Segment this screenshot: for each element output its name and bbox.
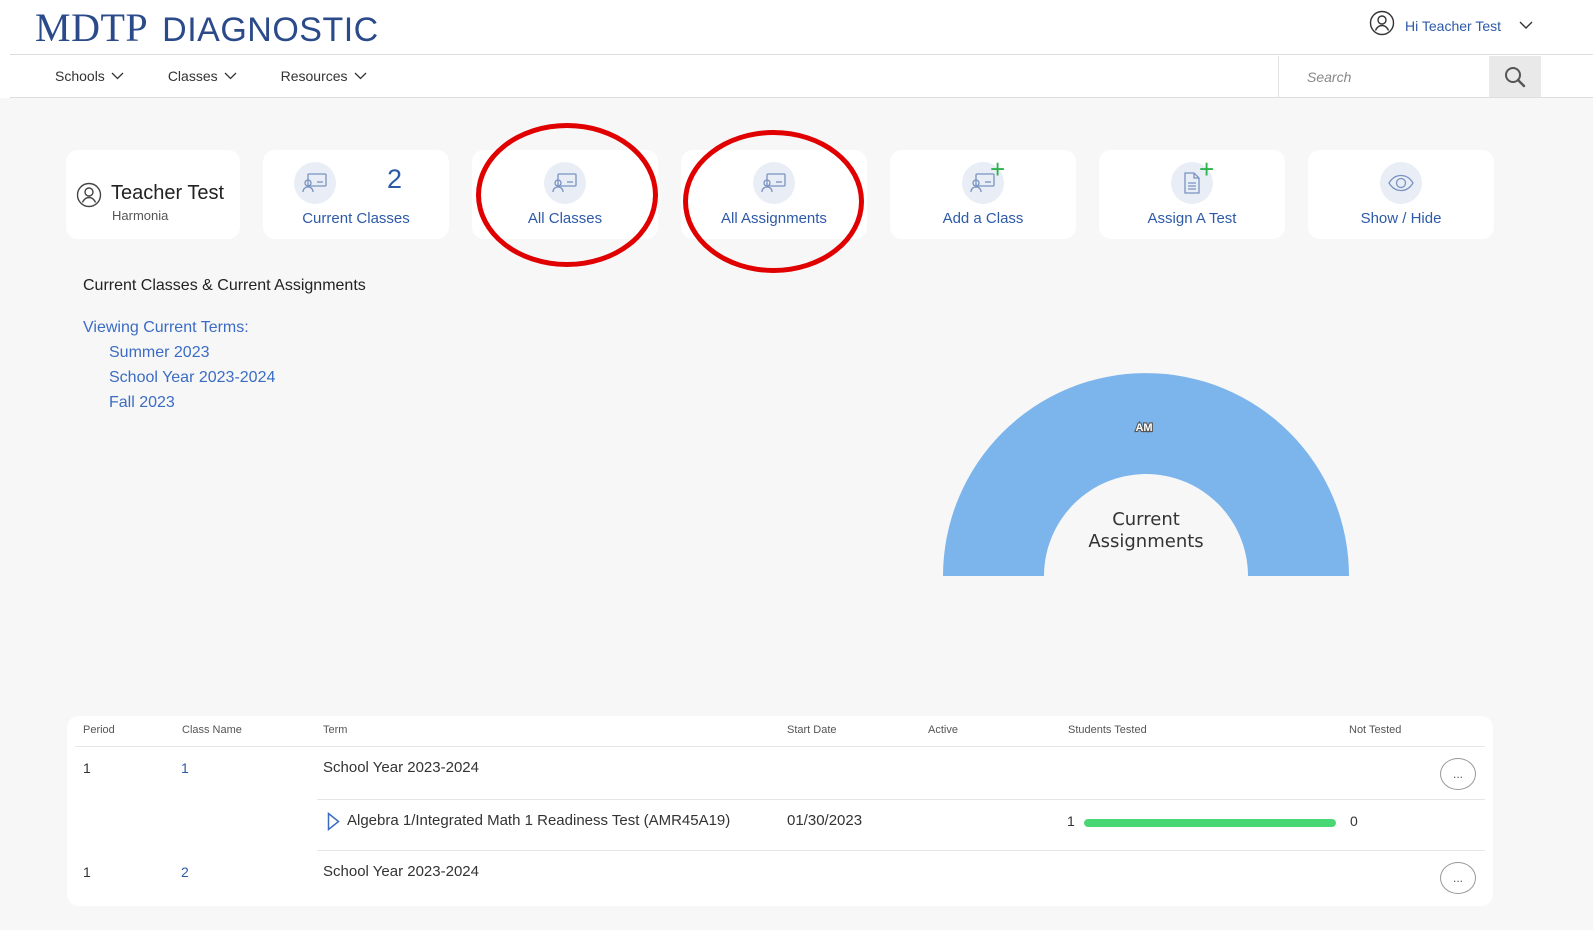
classes-table: Period Class Name Term Start Date Active… bbox=[67, 716, 1493, 906]
row-divider bbox=[317, 799, 1485, 800]
tested-progress-bar bbox=[1084, 819, 1336, 827]
chart-center-line2: Assignments bbox=[1088, 531, 1203, 552]
nav-classes[interactable]: Classes bbox=[168, 68, 237, 84]
chevron-down-icon bbox=[111, 72, 124, 80]
assignment-name[interactable]: Algebra 1/Integrated Math 1 Readiness Te… bbox=[347, 812, 730, 829]
divider bbox=[10, 54, 1593, 55]
logo-mdtp: MDTP bbox=[35, 5, 149, 50]
chevron-down-icon bbox=[224, 72, 237, 80]
cell-term: School Year 2023-2024 bbox=[323, 759, 479, 776]
students-tested-count: 1 bbox=[1067, 813, 1075, 829]
search-bar bbox=[1278, 56, 1541, 97]
show-hide-card[interactable]: Show / Hide bbox=[1308, 150, 1494, 239]
add-class-card[interactable]: + Add a Class bbox=[890, 150, 1076, 239]
assign-test-card[interactable]: + Assign A Test bbox=[1099, 150, 1285, 239]
classroom-icon bbox=[544, 162, 586, 204]
current-assignments-chart: AM Current Assignments bbox=[943, 373, 1349, 576]
row-more-button[interactable]: ... bbox=[1440, 758, 1476, 790]
cell-class-name[interactable]: 2 bbox=[181, 864, 189, 880]
row-divider bbox=[75, 746, 1485, 747]
document-icon: + bbox=[1171, 156, 1214, 204]
chevron-down-icon bbox=[354, 72, 366, 80]
search-input[interactable] bbox=[1279, 56, 1489, 97]
plus-icon: + bbox=[990, 154, 1006, 184]
add-class-label: Add a Class bbox=[942, 210, 1024, 227]
divider bbox=[10, 97, 1593, 98]
profile-card: Teacher Test Harmonia bbox=[66, 150, 240, 239]
term-item[interactable]: Fall 2023 bbox=[109, 394, 175, 412]
terms-heading: Viewing Current Terms: bbox=[83, 319, 249, 336]
user-icon bbox=[76, 182, 102, 213]
app-logo[interactable]: MDTP DIAGNOSTIC bbox=[35, 4, 379, 50]
all-assignments-label: All Assignments bbox=[721, 210, 827, 227]
expand-triangle-icon[interactable] bbox=[327, 812, 340, 831]
nav-classes-label: Classes bbox=[167, 68, 218, 84]
user-greeting: Hi Teacher Test bbox=[1405, 17, 1501, 34]
cell-term: School Year 2023-2024 bbox=[323, 863, 479, 880]
tested-progress-fill bbox=[1084, 819, 1336, 827]
cell-period: 1 bbox=[83, 760, 91, 776]
main-nav: Schools Classes Resources bbox=[55, 58, 367, 94]
nav-resources[interactable]: Resources bbox=[281, 68, 367, 84]
search-button[interactable] bbox=[1489, 56, 1541, 97]
profile-org: Harmonia bbox=[112, 208, 169, 223]
header-class-name: Class Name bbox=[182, 724, 242, 736]
eye-icon bbox=[1380, 162, 1422, 204]
row-more-button[interactable]: ... bbox=[1440, 862, 1476, 894]
all-classes-label: All Classes bbox=[527, 210, 603, 227]
chevron-down-icon bbox=[1519, 17, 1533, 35]
header-active: Active bbox=[928, 724, 958, 736]
nav-schools-label: Schools bbox=[55, 68, 105, 84]
assign-test-label: Assign A Test bbox=[1147, 210, 1237, 227]
chart-center-line1: Current bbox=[1112, 509, 1180, 530]
header-start-date: Start Date bbox=[787, 724, 837, 736]
term-item[interactable]: Summer 2023 bbox=[109, 344, 210, 362]
all-assignments-card[interactable]: All Assignments bbox=[681, 150, 867, 239]
section-title: Current Classes & Current Assignments bbox=[83, 277, 366, 294]
top-bar: MDTP DIAGNOSTIC Hi Teacher Test Schools … bbox=[0, 0, 1593, 98]
plus-icon: + bbox=[1199, 154, 1215, 184]
chart-slice-label: AM bbox=[1135, 422, 1152, 434]
add-classroom-icon: + bbox=[962, 156, 1005, 204]
current-classes-label: Current Classes bbox=[302, 210, 410, 227]
logo-diagnostic: DIAGNOSTIC bbox=[162, 11, 379, 49]
all-classes-card[interactable]: All Classes bbox=[472, 150, 658, 239]
header-not-tested: Not Tested bbox=[1349, 724, 1402, 736]
current-classes-count: 2 bbox=[387, 164, 403, 194]
current-classes-card[interactable]: 2 Current Classes bbox=[263, 150, 449, 239]
nav-resources-label: Resources bbox=[280, 68, 348, 84]
cell-class-name[interactable]: 1 bbox=[181, 760, 189, 776]
profile-name: Teacher Test bbox=[111, 182, 225, 204]
assignment-start-date: 01/30/2023 bbox=[787, 812, 863, 829]
user-icon bbox=[1369, 10, 1395, 41]
classroom-icon bbox=[753, 162, 795, 204]
header-students-tested: Students Tested bbox=[1068, 724, 1147, 736]
header-period: Period bbox=[83, 724, 115, 736]
search-icon bbox=[1505, 66, 1526, 87]
not-tested-count: 0 bbox=[1350, 813, 1358, 829]
term-item[interactable]: School Year 2023-2024 bbox=[109, 369, 275, 387]
cell-period: 1 bbox=[83, 864, 91, 880]
header-term: Term bbox=[323, 724, 348, 736]
classroom-icon bbox=[294, 162, 336, 204]
user-menu[interactable]: Hi Teacher Test bbox=[1369, 10, 1533, 41]
nav-schools[interactable]: Schools bbox=[55, 68, 124, 84]
show-hide-label: Show / Hide bbox=[1360, 210, 1442, 227]
row-divider bbox=[317, 850, 1485, 851]
